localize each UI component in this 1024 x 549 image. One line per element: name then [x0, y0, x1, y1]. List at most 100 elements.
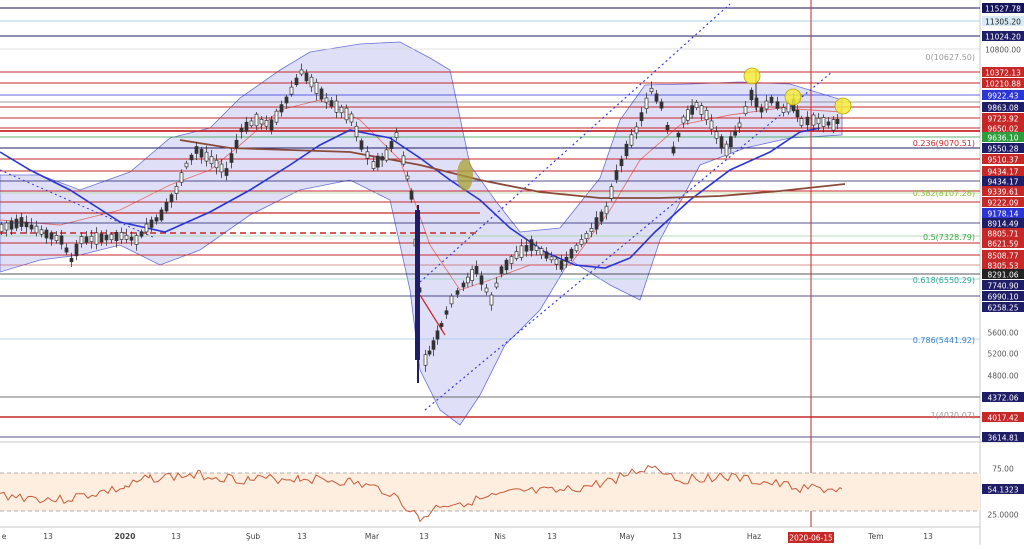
candle-body — [509, 256, 514, 264]
time-tick-label: 13 — [923, 532, 933, 541]
price-chart[interactable]: 0(10627.50) 0.236(9070.51) 0.382(8107.28) 0… — [0, 0, 1024, 545]
candle-body — [524, 245, 529, 252]
candle-body — [334, 100, 339, 113]
highlight-circle — [834, 97, 852, 115]
candle-body — [665, 124, 670, 131]
price-tick-label: 5600.00 — [987, 329, 1018, 338]
candle-body — [444, 310, 449, 315]
candle-body — [644, 97, 649, 109]
time-tick-label: Mar — [365, 532, 380, 541]
time-tick-label: e — [2, 532, 7, 541]
time-tick-label: Tem — [867, 532, 883, 541]
candle-body — [514, 251, 519, 259]
price-axis[interactable]: 11527.78 11305.20 11024.20 10800.00 10372.13… — [982, 3, 1024, 443]
chart-screen: 0(10627.50) 0.236(9070.51) 0.382(8107.28) 0… — [0, 0, 1024, 545]
candle-body — [409, 190, 414, 200]
candle-body — [109, 233, 114, 241]
candle-body — [174, 186, 179, 194]
candle-body — [470, 269, 475, 281]
rsi-tick-label: 25.0000 — [987, 511, 1018, 520]
candle-body — [799, 118, 804, 126]
candle-body — [709, 120, 714, 130]
candle-body — [309, 76, 314, 88]
candle-body — [249, 120, 254, 127]
candle-body — [649, 87, 654, 93]
candle-body — [289, 86, 294, 95]
candle-body — [164, 202, 169, 212]
price-tick-label: 11527.78 — [985, 5, 1021, 14]
candle-body — [439, 323, 444, 327]
candle-body — [104, 234, 109, 241]
candle-body — [544, 251, 549, 259]
candle-body — [4, 222, 9, 231]
price-tick-label: 6990.10 — [987, 293, 1018, 302]
candle-body — [811, 114, 816, 126]
candle-body — [816, 117, 821, 125]
candle-body — [743, 106, 748, 114]
candle-body — [737, 122, 742, 128]
current-date-label: 2020-06-15 — [789, 534, 833, 543]
candle-body — [619, 158, 624, 167]
candle-body — [690, 105, 695, 115]
candle-body — [549, 256, 554, 261]
candle-body — [594, 217, 599, 230]
candle-body — [64, 247, 69, 253]
candle-body — [354, 125, 359, 138]
candle-body — [99, 233, 104, 243]
candle-body — [204, 151, 209, 162]
candle-body — [569, 248, 574, 259]
price-tick-label: 8914.49 — [987, 220, 1018, 229]
time-tick-label: 2020 — [115, 532, 136, 541]
candle-body — [299, 69, 304, 75]
price-tick-label: 4800.00 — [987, 372, 1018, 381]
candle-body — [194, 146, 199, 154]
candle-body — [479, 275, 484, 285]
candle-body — [234, 139, 239, 149]
candle-body — [19, 217, 24, 227]
candle-body — [219, 163, 224, 173]
candle-body — [264, 120, 269, 127]
candle-body — [29, 224, 34, 230]
candle-body — [401, 155, 406, 165]
candle-body — [359, 140, 364, 150]
time-axis[interactable]: e13202013Şub13Mar13Nis13May13Haz13Tem132… — [2, 532, 933, 543]
candle-body — [639, 112, 644, 122]
candle-body — [795, 109, 800, 118]
time-tick-label: 13 — [672, 532, 682, 541]
highlight-circle — [743, 67, 761, 85]
candle-body — [579, 239, 584, 245]
candle-body — [129, 236, 134, 241]
candle-body — [494, 282, 499, 288]
candle-body — [519, 245, 524, 258]
candle-body — [427, 350, 432, 355]
candle-body — [79, 236, 84, 244]
candle-body — [304, 72, 309, 82]
candle-body — [694, 102, 699, 108]
fib-label: 0.5(7328.79) — [923, 233, 975, 242]
price-tick-label: 6258.25 — [987, 304, 1018, 313]
time-tick-label: May — [619, 532, 635, 541]
candle-body — [599, 211, 604, 222]
candle-body — [119, 232, 124, 240]
price-tick-label: 9178.14 — [987, 210, 1018, 219]
candle-body — [449, 295, 454, 305]
candle-body — [654, 93, 659, 102]
candle-body — [0, 223, 4, 233]
candle-body — [559, 260, 564, 270]
candle-body — [676, 132, 681, 138]
price-tick-label: 10372.13 — [985, 69, 1021, 78]
candle-body — [685, 109, 690, 121]
price-tick-label: 8621.59 — [987, 240, 1018, 249]
candle-body — [319, 88, 324, 100]
candle-body — [831, 119, 836, 131]
price-tick-label: 11305.20 — [985, 18, 1021, 27]
price-tick-label: 10800.00 — [985, 46, 1021, 55]
candle-body — [179, 172, 184, 183]
candle-body — [474, 266, 479, 274]
fib-label: 0.618(6550.29) — [913, 276, 975, 285]
price-tick-label: 4017.42 — [987, 414, 1018, 423]
candle-body — [609, 186, 614, 199]
candle-body — [159, 209, 164, 221]
candle-body — [274, 110, 279, 123]
candle-body — [699, 105, 704, 115]
